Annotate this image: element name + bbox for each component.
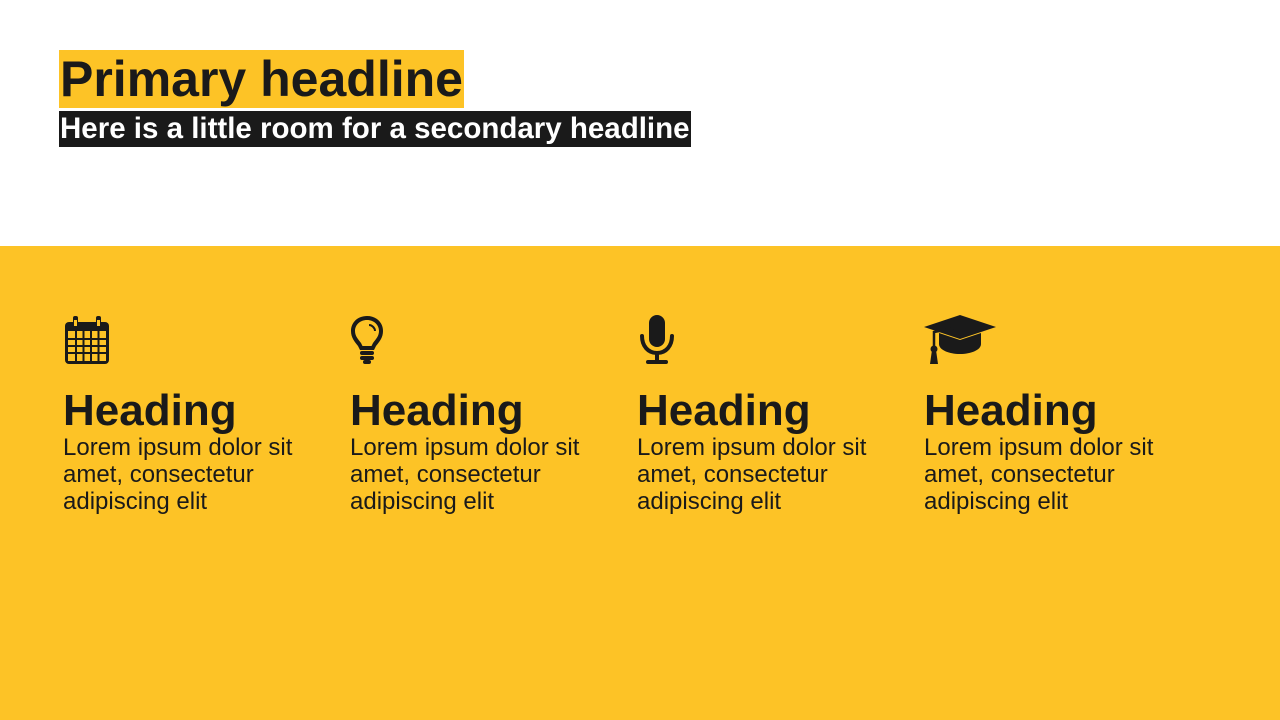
feature-body: Lorem ipsum dolor sit amet, consectetur … (637, 434, 867, 515)
secondary-headline: Here is a little room for a secondary he… (59, 111, 691, 147)
feature-body: Lorem ipsum dolor sit amet, consectetur … (350, 434, 580, 515)
graduation-cap-icon (922, 314, 998, 366)
microphone-icon (637, 314, 677, 366)
feature-heading: Heading (350, 386, 524, 435)
content-area: Heading Lorem ipsum dolor sit amet, cons… (0, 246, 1280, 720)
feature-heading: Heading (924, 386, 1098, 435)
feature-heading: Heading (637, 386, 811, 435)
feature-heading: Heading (63, 386, 237, 435)
primary-headline: Primary headline (59, 50, 464, 108)
feature-body: Lorem ipsum dolor sit amet, consectetur … (63, 434, 293, 515)
lightbulb-icon (350, 314, 386, 366)
header-area: Primary headline Here is a little room f… (0, 0, 1280, 246)
feature-body: Lorem ipsum dolor sit amet, consectetur … (924, 434, 1154, 515)
calendar-icon (63, 314, 111, 366)
slide: Primary headline Here is a little room f… (0, 0, 1280, 720)
